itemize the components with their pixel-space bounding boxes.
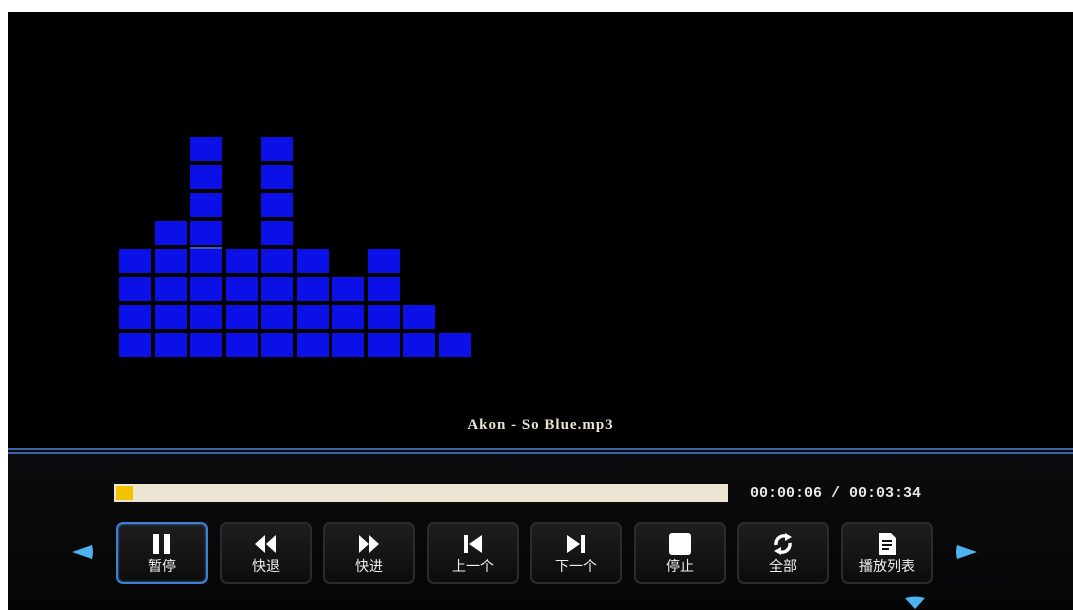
visualizer-bar-segment xyxy=(155,333,187,357)
visualizer-bar-segment xyxy=(261,165,293,189)
fast-forward-button[interactable]: 快进 xyxy=(323,522,415,584)
pause-button[interactable]: 暂停 xyxy=(116,522,208,584)
stop-label: 停止 xyxy=(666,558,694,575)
visualizer-bar-segment xyxy=(190,305,222,329)
visualizer-bar-segment xyxy=(261,221,293,245)
visualizer-bar-segment xyxy=(119,277,151,301)
visualizer-bar-segment xyxy=(226,249,258,273)
skip-next-icon xyxy=(567,534,585,553)
visualizer-bar-segment xyxy=(226,333,258,357)
visualizer-bar-segment xyxy=(190,221,222,245)
playlist-icon xyxy=(879,532,896,555)
visualizer-bar-segment xyxy=(226,305,258,329)
control-buttons-row: 暂停 快退 快进 上一个 下一个 停止 全部 播放列表 xyxy=(8,522,1073,586)
arrow-right-icon[interactable] xyxy=(953,544,979,560)
visualizer-bar-segment xyxy=(261,193,293,217)
visualizer-peak-marker xyxy=(190,247,222,249)
visualizer-bar-segment xyxy=(155,249,187,273)
rewind-button[interactable]: 快退 xyxy=(220,522,312,584)
divider-line xyxy=(8,448,1073,454)
visualizer-bar-segment xyxy=(155,277,187,301)
visualizer-bar-segment xyxy=(155,305,187,329)
visualizer-bar-segment xyxy=(439,333,471,357)
progress-fill xyxy=(116,486,133,500)
audio-spectrum-visualizer xyxy=(8,12,608,412)
previous-label: 上一个 xyxy=(452,558,494,575)
repeat-all-button[interactable]: 全部 xyxy=(737,522,829,584)
visualizer-bar-segment xyxy=(261,277,293,301)
visualizer-bar-segment xyxy=(155,221,187,245)
pause-icon xyxy=(153,533,170,554)
skip-previous-icon xyxy=(464,534,482,553)
playlist-label: 播放列表 xyxy=(859,558,915,575)
playlist-button[interactable]: 播放列表 xyxy=(841,522,933,584)
visualizer-bar-segment xyxy=(368,249,400,273)
visualizer-bar-segment xyxy=(226,277,258,301)
visualizer-bar-segment xyxy=(403,333,435,357)
repeat-icon xyxy=(774,532,792,555)
visualizer-bar-segment xyxy=(297,305,329,329)
visualizer-bar-segment xyxy=(119,305,151,329)
visualizer-bar-segment xyxy=(368,333,400,357)
pause-label: 暂停 xyxy=(148,558,176,575)
next-button[interactable]: 下一个 xyxy=(530,522,622,584)
next-label: 下一个 xyxy=(555,558,597,575)
fast-forward-label: 快进 xyxy=(355,558,383,575)
visualizer-bar-segment xyxy=(403,305,435,329)
visualizer-bar-segment xyxy=(297,249,329,273)
visualizer-bar-segment xyxy=(190,165,222,189)
visualizer-bar-segment xyxy=(332,333,364,357)
media-player-screen: Akon - So Blue.mp3 00:00:06 / 00:03:34 暂… xyxy=(8,12,1073,610)
visualizer-bar-segment xyxy=(190,333,222,357)
rewind-icon xyxy=(255,534,276,553)
visualizer-bar-segment xyxy=(297,333,329,357)
time-readout: 00:00:06 / 00:03:34 xyxy=(750,485,922,502)
visualizer-bar-segment xyxy=(332,305,364,329)
arrow-left-icon[interactable] xyxy=(70,544,94,560)
visualizer-bar-segment xyxy=(261,305,293,329)
visualizer-bar-segment xyxy=(261,333,293,357)
visualizer-bar-segment xyxy=(297,277,329,301)
visualizer-bar-segment xyxy=(119,333,151,357)
stop-icon xyxy=(669,532,691,555)
stop-button[interactable]: 停止 xyxy=(634,522,726,584)
visualizer-bar-segment xyxy=(332,277,364,301)
arrow-down-icon[interactable] xyxy=(904,596,926,610)
fast-forward-icon xyxy=(359,534,379,553)
previous-button[interactable]: 上一个 xyxy=(427,522,519,584)
visualizer-bar-segment xyxy=(261,137,293,161)
visualizer-bar-segment xyxy=(190,193,222,217)
visualizer-bar-segment xyxy=(190,137,222,161)
track-title: Akon - So Blue.mp3 xyxy=(467,417,614,433)
visualizer-bar-segment xyxy=(368,277,400,301)
progress-bar[interactable] xyxy=(114,484,728,502)
visualizer-bar-segment xyxy=(261,249,293,273)
visualizer-bar-segment xyxy=(119,249,151,273)
visualizer-bar-segment xyxy=(190,249,222,273)
visualizer-bar-segment xyxy=(368,305,400,329)
rewind-label: 快退 xyxy=(252,558,280,575)
control-bar: 00:00:06 / 00:03:34 暂停 快退 快进 上一个 下一个 停止 全部 播放列表 xyxy=(8,448,1073,610)
visualizer-bar-segment xyxy=(190,277,222,301)
repeat-all-label: 全部 xyxy=(769,558,797,575)
